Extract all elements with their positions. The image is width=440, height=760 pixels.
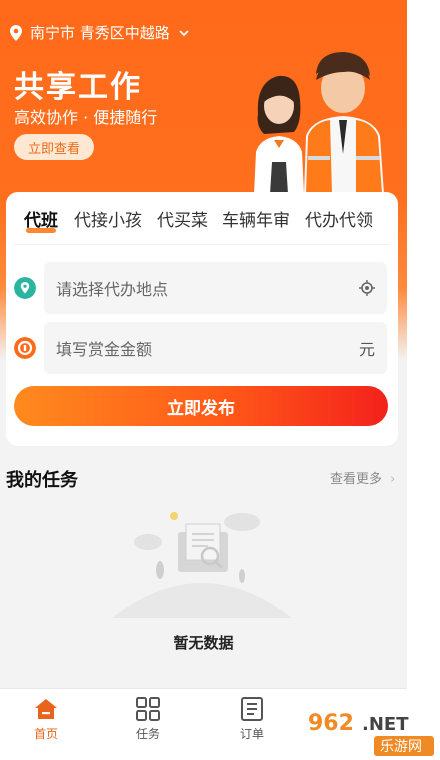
- publish-card: 代班 代接小孩 代买菜 车辆年审 代办代领 请选择代办地点 填写赏金金额 元 立…: [6, 192, 398, 446]
- workers-illustration: [254, 52, 384, 194]
- tabbar-orders[interactable]: 订单: [222, 697, 282, 742]
- tabs-divider: [14, 244, 390, 245]
- view-now-button[interactable]: 立即查看: [14, 134, 94, 160]
- location-pin-icon: [10, 24, 22, 41]
- tabbar-label: 订单: [239, 727, 264, 741]
- tab-buy-groceries[interactable]: 代买菜: [157, 206, 208, 231]
- home-icon: [35, 699, 57, 719]
- view-more-label: 查看更多: [330, 472, 383, 487]
- view-more-link[interactable]: 查看更多 ›: [330, 468, 395, 487]
- tab-label: 车辆年审: [222, 211, 290, 231]
- document-icon: [241, 697, 263, 721]
- tab-label: 代接小孩: [74, 211, 142, 231]
- tab-active-indicator: [26, 228, 56, 233]
- tabbar-tasks[interactable]: 任务: [118, 697, 178, 742]
- empty-state-text: 暂无数据: [173, 634, 234, 652]
- watermark-number: 962: [308, 711, 354, 736]
- location-field[interactable]: 请选择代办地点: [44, 262, 387, 314]
- tabbar-home[interactable]: 首页: [16, 697, 76, 742]
- amount-placeholder: 填写赏金金额: [56, 340, 153, 359]
- watermark-suffix: .NET: [362, 714, 409, 735]
- location-marker-icon: [14, 277, 36, 299]
- publish-button[interactable]: 立即发布: [14, 386, 388, 426]
- site-watermark-logo: 962 .NET 乐游网: [300, 708, 436, 756]
- side-gap: [407, 0, 440, 760]
- tab-errand-pickup[interactable]: 代办代领: [305, 206, 373, 231]
- empty-state-illustration: [112, 512, 292, 618]
- hero-title: 共享工作: [14, 70, 142, 105]
- hero-subtitle: 高效协作 · 便捷随行: [14, 108, 158, 127]
- location-selector[interactable]: 南宁市 青秀区中越路: [8, 22, 190, 43]
- tab-dai-ban[interactable]: 代班: [24, 206, 58, 233]
- amount-unit: 元: [358, 340, 375, 359]
- amount-field[interactable]: 填写赏金金额 元: [44, 322, 387, 374]
- chevron-right-icon: ›: [390, 472, 396, 487]
- watermark-site-name: 乐游网: [380, 739, 422, 755]
- grid-icon: [136, 697, 160, 721]
- service-tabs: 代班 代接小孩 代买菜 车辆年审 代办代领: [6, 192, 398, 244]
- tab-label: 代办代领: [305, 211, 373, 231]
- location-text: 南宁市 青秀区中越路: [30, 24, 170, 42]
- my-tasks-title: 我的任务: [6, 470, 78, 491]
- tabbar-label: 任务: [135, 727, 160, 741]
- coin-icon: [14, 337, 36, 359]
- tab-label: 代买菜: [157, 211, 208, 231]
- tabbar-label: 首页: [33, 727, 58, 741]
- locate-target-icon[interactable]: [359, 280, 375, 296]
- location-placeholder: 请选择代办地点: [56, 280, 169, 299]
- chevron-down-icon: [179, 29, 189, 36]
- tab-vehicle-inspection[interactable]: 车辆年审: [222, 206, 290, 231]
- tab-pickup-kids[interactable]: 代接小孩: [74, 206, 142, 231]
